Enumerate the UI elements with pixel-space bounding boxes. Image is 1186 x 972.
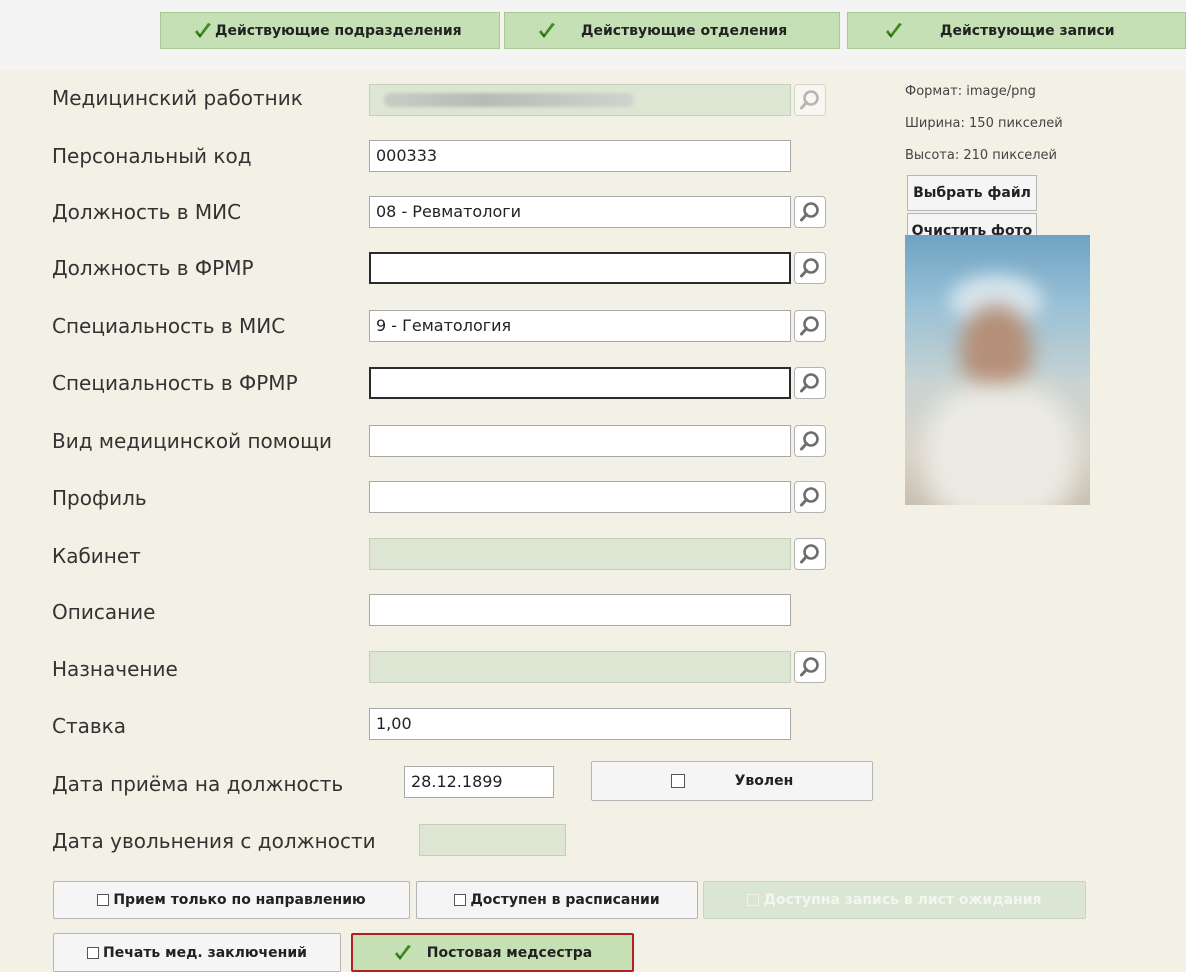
specialty-mis-input[interactable]: 9 - Гематология	[369, 310, 791, 342]
position-frmr-input[interactable]	[369, 252, 791, 284]
specialty-mis-search-button[interactable]	[794, 310, 826, 342]
available-schedule-checkbox[interactable]	[454, 894, 467, 906]
search-icon	[799, 372, 821, 394]
blurred-name	[384, 93, 634, 107]
active-departments-label: Действующие отделения	[581, 22, 788, 39]
profile-search-button[interactable]	[794, 481, 826, 513]
fired-checkbox[interactable]	[670, 774, 685, 788]
specialty-frmr-search-button[interactable]	[794, 367, 826, 399]
ward-nurse-label: Постовая медсестра	[426, 944, 593, 961]
profile-input[interactable]	[369, 481, 791, 513]
specialty-frmr-input[interactable]	[369, 367, 791, 399]
position-frmr-search-button[interactable]	[794, 252, 826, 284]
available-schedule-label: Доступен в расписании	[470, 892, 660, 908]
photo-height-text: Высота: 210 пикселей	[905, 148, 1057, 163]
specialty-frmr-label: Специальность в ФРМР	[52, 371, 298, 395]
checkmark-icon	[884, 22, 904, 40]
referral-only-checkbox[interactable]	[97, 894, 110, 906]
profile-label: Профиль	[52, 486, 147, 510]
top-toolbar: Действующие подразделения Действующие от…	[0, 0, 1186, 70]
care-type-search-button[interactable]	[794, 425, 826, 457]
photo-width-text: Ширина: 150 пикселей	[905, 116, 1063, 131]
choose-file-button[interactable]: Выбрать файл	[907, 175, 1037, 211]
position-frmr-label: Должность в ФРМР	[52, 256, 254, 280]
referral-only-button[interactable]: Прием только по направлению	[53, 881, 410, 919]
purpose-search-button[interactable]	[794, 651, 826, 683]
photo-format-text: Формат: image/png	[905, 84, 1036, 99]
dismissal-date-label: Дата увольнения с должности	[52, 829, 376, 853]
search-icon	[799, 486, 821, 508]
care-type-label: Вид медицинской помощи	[52, 429, 332, 453]
active-records-label: Действующие записи	[940, 22, 1115, 39]
fired-label: Уволен	[734, 773, 794, 789]
waiting-list-label: Доступна запись в лист ожидания	[763, 892, 1042, 908]
medical-worker-field[interactable]	[369, 84, 791, 116]
cabinet-search-button[interactable]	[794, 538, 826, 570]
available-schedule-button[interactable]: Доступен в расписании	[416, 881, 698, 919]
personal-code-label: Персональный код	[52, 144, 252, 168]
checkmark-icon	[193, 22, 213, 40]
hire-date-input[interactable]: 28.12.1899	[404, 766, 554, 798]
purpose-label: Назначение	[52, 657, 178, 681]
dismissal-date-input[interactable]	[419, 824, 566, 856]
print-conclusions-button[interactable]: Печать мед. заключений	[53, 933, 341, 972]
active-subdivisions-label: Действующие подразделения	[215, 22, 462, 39]
search-icon	[799, 656, 821, 678]
checkmark-icon	[393, 944, 413, 962]
search-icon	[799, 89, 821, 111]
search-icon	[799, 543, 821, 565]
checkmark-icon	[537, 22, 557, 40]
active-subdivisions-button[interactable]: Действующие подразделения	[160, 12, 500, 49]
medical-worker-label: Медицинский работник	[52, 86, 303, 110]
search-icon	[799, 430, 821, 452]
active-departments-button[interactable]: Действующие отделения	[504, 12, 840, 49]
description-label: Описание	[52, 600, 156, 624]
ward-nurse-button[interactable]: Постовая медсестра	[351, 933, 634, 972]
waiting-list-checkbox	[747, 894, 760, 906]
rate-input[interactable]: 1,00	[369, 708, 791, 740]
rate-label: Ставка	[52, 714, 126, 738]
description-input[interactable]	[369, 594, 791, 626]
search-icon	[799, 315, 821, 337]
employee-photo	[905, 235, 1090, 505]
medical-worker-search-button[interactable]	[794, 84, 826, 116]
position-mis-input[interactable]: 08 - Ревматологи	[369, 196, 791, 228]
search-icon	[799, 257, 821, 279]
print-conclusions-label: Печать мед. заключений	[103, 944, 307, 961]
purpose-input[interactable]	[369, 651, 791, 683]
cabinet-input[interactable]	[369, 538, 791, 570]
hire-date-label: Дата приёма на должность	[52, 772, 344, 796]
waiting-list-button: Доступна запись в лист ожидания	[703, 881, 1086, 919]
search-icon	[799, 201, 821, 223]
cabinet-label: Кабинет	[52, 544, 141, 568]
specialty-mis-label: Специальность в МИС	[52, 314, 286, 338]
personal-code-input[interactable]: 000333	[369, 140, 791, 172]
active-records-button[interactable]: Действующие записи	[847, 12, 1186, 49]
position-mis-label: Должность в МИС	[52, 200, 242, 224]
referral-only-label: Прием только по направлению	[113, 892, 366, 908]
print-conclusions-checkbox[interactable]	[87, 946, 100, 959]
position-mis-search-button[interactable]	[794, 196, 826, 228]
fired-toggle-button[interactable]: Уволен	[591, 761, 873, 801]
care-type-input[interactable]	[369, 425, 791, 457]
